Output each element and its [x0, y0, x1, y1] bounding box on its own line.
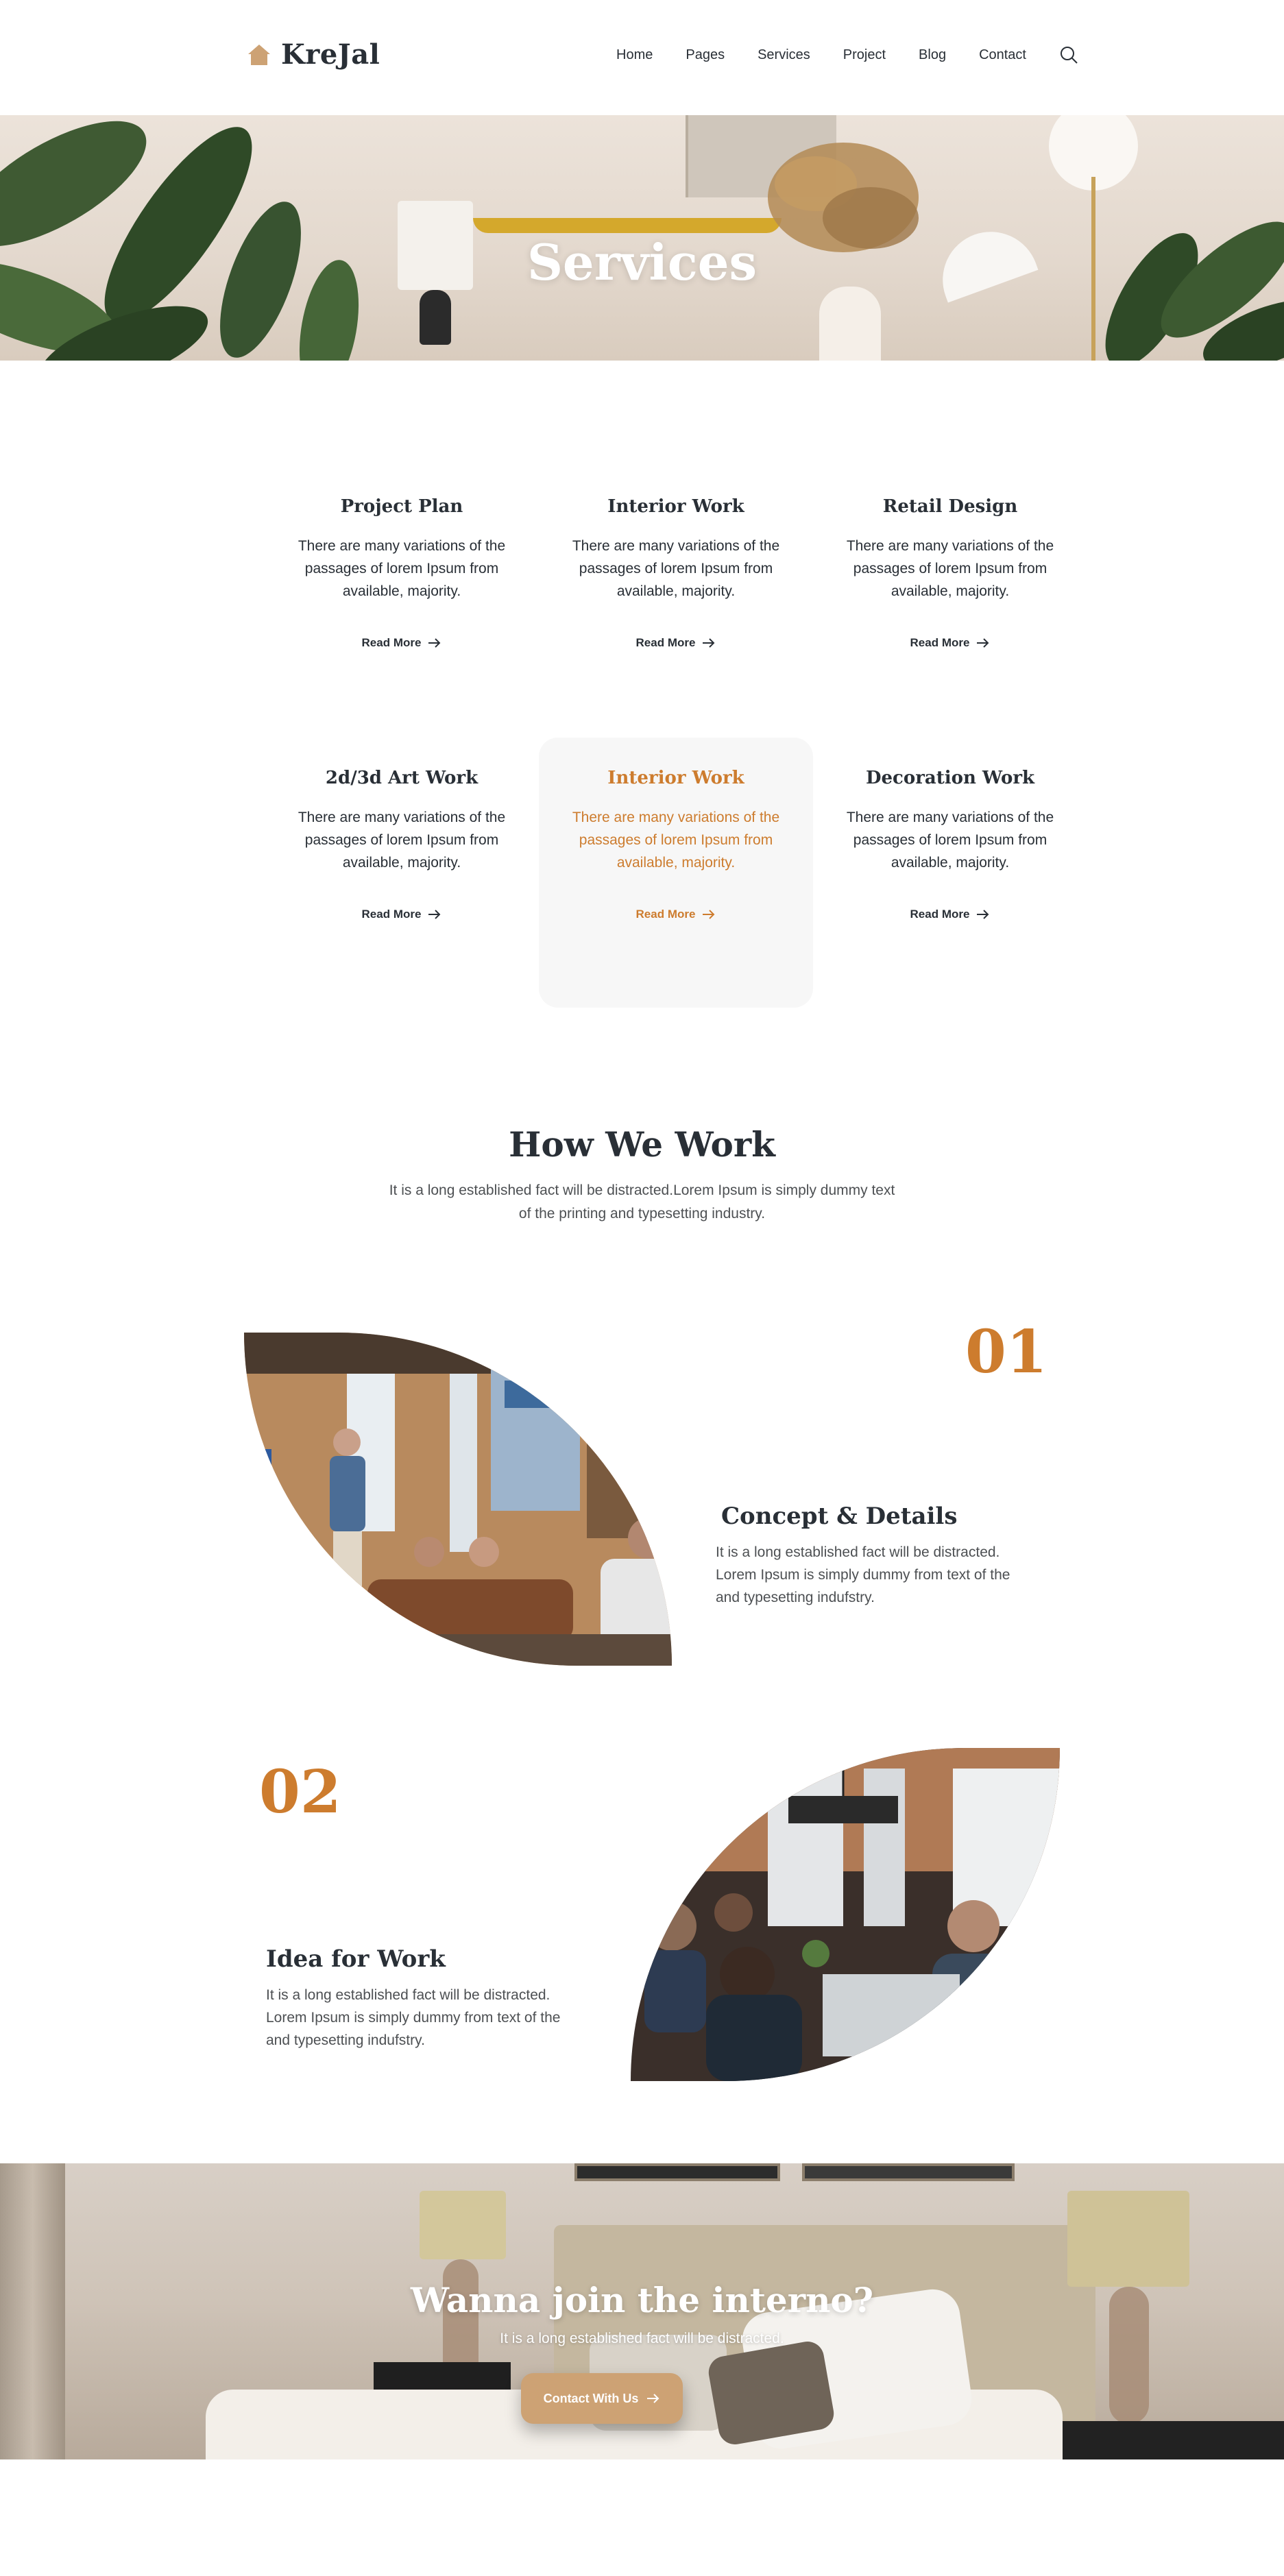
- service-description: There are many variations of the passage…: [572, 538, 780, 599]
- read-more-label: Read More: [361, 636, 422, 649]
- service-description: There are many variations of the passage…: [846, 538, 1054, 599]
- arrow-right-icon: [428, 910, 441, 919]
- hero-vase: [819, 287, 881, 361]
- service-card[interactable]: 2d/3d Art Work There are many variations…: [265, 738, 539, 1008]
- read-more-label: Read More: [361, 908, 422, 921]
- service-title: Decoration Work: [865, 768, 1035, 788]
- arrow-right-icon: [428, 638, 441, 648]
- service-description: There are many variations of the passage…: [846, 810, 1054, 871]
- read-more-label: Read More: [635, 908, 696, 921]
- cta-banner: Wanna join the interno? It is a long est…: [0, 2163, 1284, 2459]
- meeting-photo: [631, 1748, 1060, 2081]
- nav-blog[interactable]: Blog: [919, 47, 946, 63]
- service-title: Interior Work: [607, 768, 744, 788]
- step-image-office: [244, 1333, 672, 1666]
- service-card[interactable]: Project Plan There are many variations o…: [265, 466, 539, 736]
- step-description: It is a long established fact will be di…: [266, 1987, 561, 2048]
- nav-contact[interactable]: Contact: [979, 47, 1026, 63]
- read-more-link[interactable]: Read More: [265, 636, 539, 650]
- read-more-link[interactable]: Read More: [813, 908, 1087, 921]
- service-card[interactable]: Retail Design There are many variations …: [813, 466, 1087, 736]
- section-title: How We Work: [509, 1124, 775, 1165]
- service-title: 2d/3d Art Work: [325, 768, 479, 788]
- step-description: It is a long established fact will be di…: [716, 1544, 1010, 1605]
- office-photo: [244, 1333, 672, 1666]
- read-more-link[interactable]: Read More: [539, 908, 813, 921]
- nav-pages[interactable]: Pages: [686, 47, 725, 63]
- nav-project[interactable]: Project: [843, 47, 886, 63]
- arrow-right-icon: [703, 638, 715, 648]
- cta-frame-left: [574, 2163, 780, 2181]
- cta-lamp-left: [420, 2191, 506, 2259]
- cta-title: Wanna join the interno?: [410, 2280, 874, 2320]
- nav-services[interactable]: Services: [758, 47, 810, 63]
- cta-frame-right: [802, 2163, 1015, 2181]
- cta-nightstand-right: [1042, 2421, 1284, 2459]
- service-description: There are many variations of the passage…: [298, 810, 506, 871]
- cta-lamp-right: [1067, 2191, 1189, 2287]
- read-more-link[interactable]: Read More: [813, 636, 1087, 650]
- house-logo-icon: [248, 44, 270, 65]
- contact-button[interactable]: Contact With Us: [521, 2373, 683, 2424]
- main-nav: Home Pages Services Project Blog Contact: [616, 45, 1078, 64]
- step-title: Idea for Work: [266, 1945, 446, 1973]
- service-title: Project Plan: [340, 496, 463, 517]
- cta-subtitle: It is a long established fact will be di…: [500, 2331, 784, 2346]
- step-number: 01: [965, 1317, 1047, 1387]
- section-subtitle: It is a long established fact will be di…: [389, 1182, 895, 1222]
- service-card[interactable]: Interior Work There are many variations …: [539, 466, 813, 736]
- brand-name: KreJal: [281, 38, 380, 71]
- step-number: 02: [259, 1758, 341, 1827]
- site-header: KreJal Home Pages Services Project Blog …: [0, 0, 1284, 115]
- service-description: There are many variations of the passage…: [298, 538, 506, 599]
- nav-home[interactable]: Home: [616, 47, 653, 63]
- service-card[interactable]: Decoration Work There are many variation…: [813, 738, 1087, 1008]
- hero-banner: Services: [0, 115, 1284, 361]
- arrow-right-icon: [977, 638, 989, 648]
- step-image-meeting: [631, 1748, 1060, 2081]
- read-more-link[interactable]: Read More: [265, 908, 539, 921]
- read-more-label: Read More: [635, 636, 696, 649]
- arrow-right-icon: [647, 2394, 659, 2403]
- logo[interactable]: KreJal: [247, 38, 380, 71]
- arrow-right-icon: [977, 910, 989, 919]
- page-title: Services: [526, 233, 758, 291]
- contact-button-label: Contact With Us: [543, 2391, 639, 2405]
- search-icon[interactable]: [1059, 45, 1078, 64]
- service-title: Retail Design: [882, 496, 1018, 517]
- arrow-right-icon: [703, 910, 715, 919]
- step-title: Concept & Details: [721, 1503, 958, 1530]
- service-card-active[interactable]: Interior Work There are many variations …: [539, 738, 813, 1008]
- service-title: Interior Work: [607, 496, 744, 517]
- hero-shelf: [473, 218, 782, 233]
- read-more-link[interactable]: Read More: [539, 636, 813, 650]
- hero-lamp-base: [420, 290, 451, 345]
- read-more-label: Read More: [910, 636, 970, 649]
- read-more-label: Read More: [910, 908, 970, 921]
- service-description: There are many variations of the passage…: [572, 810, 780, 871]
